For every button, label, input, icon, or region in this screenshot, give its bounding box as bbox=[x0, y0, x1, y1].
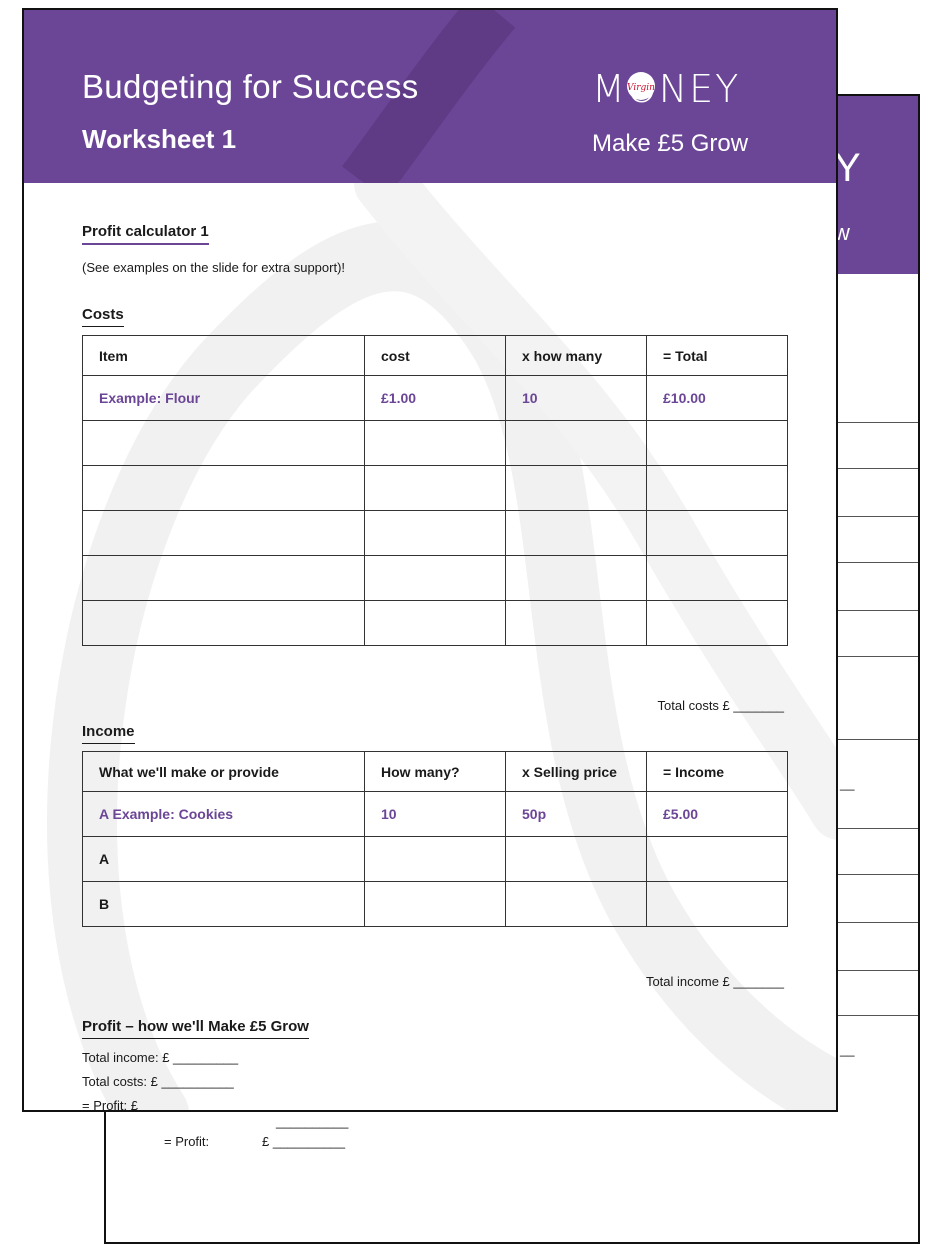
page-header: Budgeting for Success Worksheet 1 MONEY … bbox=[24, 10, 836, 183]
back-total-dash-2: __ bbox=[840, 1042, 855, 1057]
table-cell[interactable] bbox=[364, 510, 506, 556]
income-col-price: x Selling price bbox=[505, 751, 647, 792]
table-cell[interactable] bbox=[364, 836, 506, 882]
costs-col-quantity: x how many bbox=[505, 335, 647, 376]
logo-badge-text: Virgin bbox=[627, 83, 655, 93]
back-profit-value: £ __________ bbox=[262, 1134, 346, 1149]
income-row-a: A bbox=[82, 836, 788, 882]
income-header-row: What we'll make or provide How many? x S… bbox=[82, 751, 788, 792]
costs-heading: Costs bbox=[82, 306, 124, 327]
table-cell[interactable] bbox=[82, 510, 365, 556]
costs-header-row: Item cost x how many = Total bbox=[82, 335, 788, 376]
table-cell[interactable] bbox=[646, 881, 788, 927]
costs-col-cost: cost bbox=[364, 335, 506, 376]
income-example-row: A Example: Cookies 10 50p £5.00 bbox=[82, 791, 788, 837]
table-cell[interactable] bbox=[505, 510, 647, 556]
page-subtitle: Worksheet 1 bbox=[82, 124, 237, 154]
table-cell[interactable] bbox=[505, 836, 647, 882]
table-cell[interactable] bbox=[646, 836, 788, 882]
costs-row bbox=[82, 465, 788, 511]
table-cell[interactable] bbox=[646, 465, 788, 511]
back-logo-fragment: Y bbox=[834, 146, 861, 190]
support-note: (See examples on the slide for extra sup… bbox=[82, 260, 346, 275]
costs-example-item: Example: Flour bbox=[82, 375, 365, 421]
income-example-product: A Example: Cookies bbox=[82, 791, 365, 837]
table-cell[interactable] bbox=[646, 510, 788, 556]
income-row-b: B bbox=[82, 881, 788, 927]
table-cell[interactable] bbox=[364, 555, 506, 601]
costs-example-cost: £1.00 bbox=[364, 375, 506, 421]
profit-calculator-heading: Profit calculator 1 bbox=[82, 223, 209, 245]
costs-row bbox=[82, 600, 788, 646]
profit-total-income-line: Total income: £ _________ bbox=[82, 1050, 239, 1065]
costs-example-quantity: 10 bbox=[505, 375, 647, 421]
table-cell[interactable] bbox=[364, 420, 506, 466]
total-costs-line: Total costs £ _______ bbox=[657, 698, 784, 713]
table-cell[interactable] bbox=[505, 420, 647, 466]
costs-row bbox=[82, 555, 788, 601]
back-total-dash: __ bbox=[840, 776, 855, 791]
table-cell[interactable] bbox=[646, 555, 788, 601]
table-cell[interactable] bbox=[505, 881, 647, 927]
costs-col-total: = Total bbox=[646, 335, 788, 376]
income-row-label: A bbox=[82, 836, 365, 882]
income-example-income: £5.00 bbox=[646, 791, 788, 837]
profit-heading: Profit – how we'll Make £5 Grow bbox=[82, 1018, 309, 1039]
back-profit-blank: __________ bbox=[276, 1114, 349, 1129]
income-example-quantity: 10 bbox=[364, 791, 506, 837]
income-table: What we'll make or provide How many? x S… bbox=[82, 751, 788, 927]
table-cell[interactable] bbox=[505, 600, 647, 646]
income-row-label: B bbox=[82, 881, 365, 927]
logo-text: MONEY bbox=[592, 67, 740, 110]
back-profit-label: = Profit: bbox=[164, 1134, 210, 1149]
table-cell[interactable] bbox=[82, 600, 365, 646]
worksheet-page-front: Budgeting for Success Worksheet 1 MONEY … bbox=[22, 8, 838, 1112]
income-heading: Income bbox=[82, 723, 135, 744]
income-col-product: What we'll make or provide bbox=[82, 751, 365, 792]
costs-row bbox=[82, 510, 788, 556]
table-cell[interactable] bbox=[505, 465, 647, 511]
tagline: Make £5 Grow bbox=[592, 130, 749, 157]
costs-example-row: Example: Flour £1.00 10 £10.00 bbox=[82, 375, 788, 421]
table-cell[interactable] bbox=[646, 600, 788, 646]
table-cell[interactable] bbox=[82, 555, 365, 601]
total-income-line: Total income £ _______ bbox=[645, 974, 784, 989]
table-cell[interactable] bbox=[364, 465, 506, 511]
table-cell[interactable] bbox=[364, 881, 506, 927]
table-cell[interactable] bbox=[364, 600, 506, 646]
virgin-money-logo: MONEY Virgin bbox=[592, 67, 740, 110]
profit-result-line: = Profit: £ __________ bbox=[82, 1098, 214, 1112]
table-cell[interactable] bbox=[82, 465, 365, 511]
profit-total-costs-line: Total costs: £ __________ bbox=[82, 1074, 234, 1089]
income-col-quantity: How many? bbox=[364, 751, 506, 792]
back-table-fragment-2 bbox=[836, 828, 918, 1016]
costs-row bbox=[82, 420, 788, 466]
costs-col-item: Item bbox=[82, 335, 365, 376]
table-cell[interactable] bbox=[646, 420, 788, 466]
costs-example-total: £10.00 bbox=[646, 375, 788, 421]
income-example-price: 50p bbox=[505, 791, 647, 837]
table-cell[interactable] bbox=[82, 420, 365, 466]
income-col-income: = Income bbox=[646, 751, 788, 792]
page-title: Budgeting for Success bbox=[82, 68, 419, 105]
back-table-fragment bbox=[836, 422, 918, 740]
costs-table: Item cost x how many = Total Example: Fl… bbox=[82, 335, 788, 646]
table-cell[interactable] bbox=[505, 555, 647, 601]
